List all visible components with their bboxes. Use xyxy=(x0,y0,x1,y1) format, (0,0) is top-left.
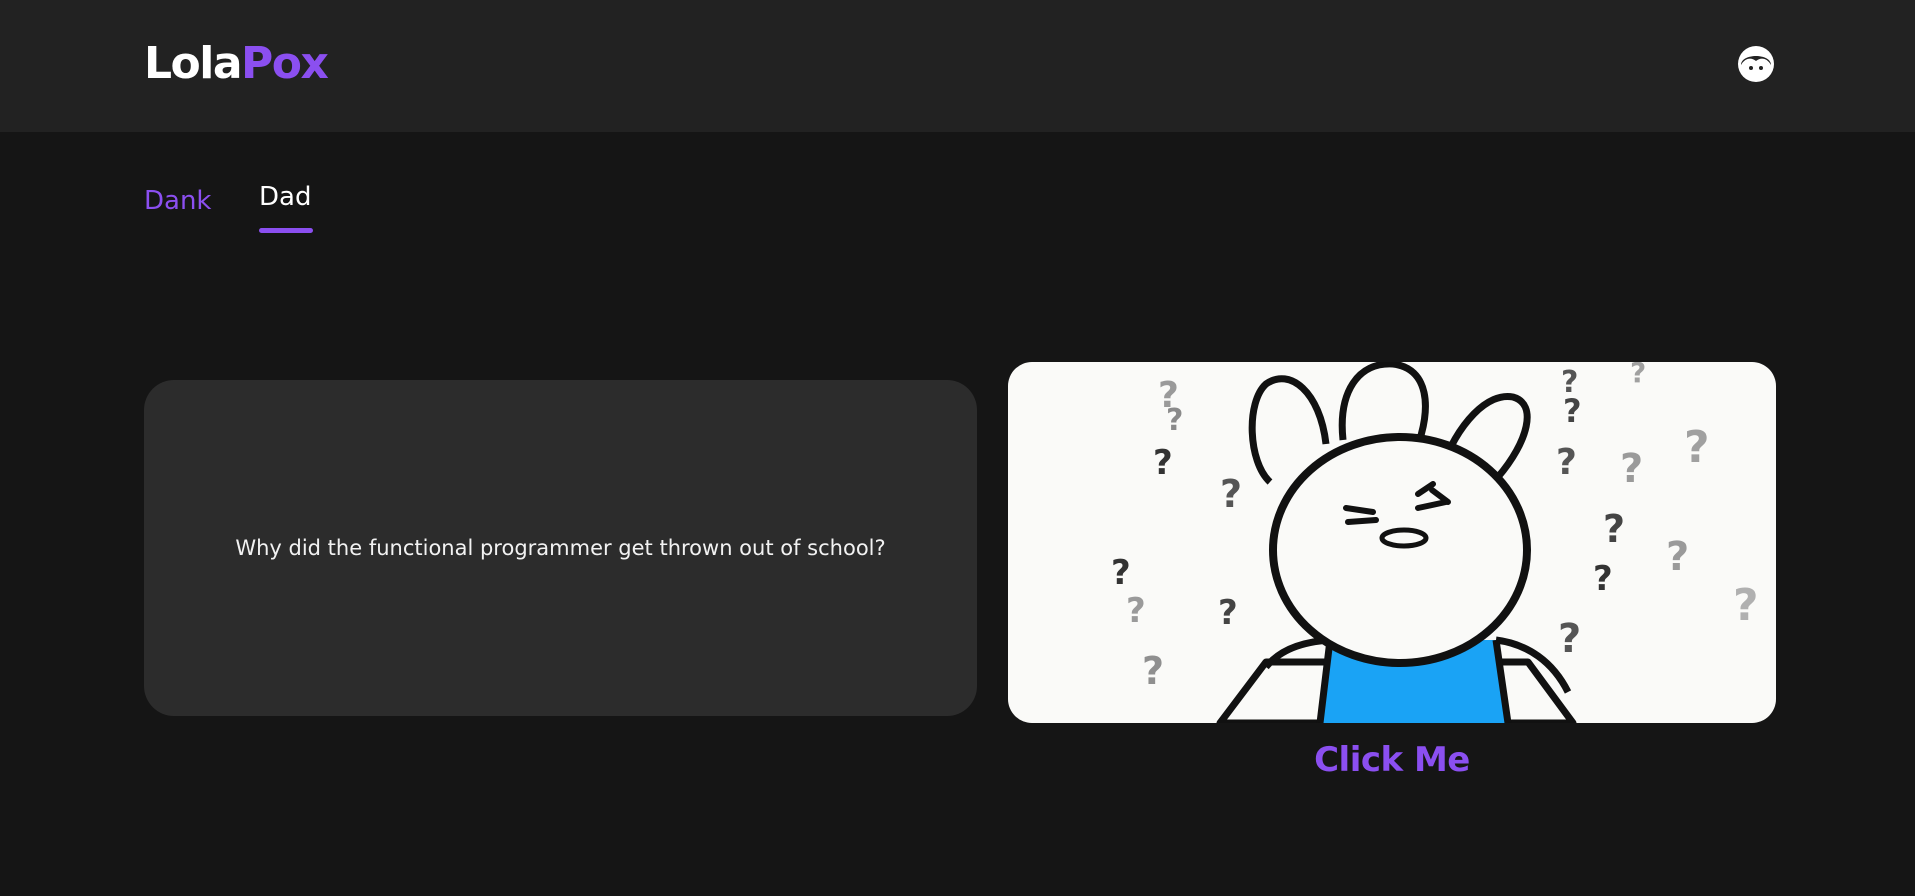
tab-dank[interactable]: Dank xyxy=(144,186,212,216)
active-tab-indicator xyxy=(259,228,313,233)
svg-text:?: ? xyxy=(1126,591,1146,631)
svg-text:?: ? xyxy=(1142,649,1164,693)
svg-text:?: ? xyxy=(1733,580,1759,631)
svg-text:?: ? xyxy=(1666,534,1689,580)
svg-text:?: ? xyxy=(1153,443,1173,483)
svg-text:?: ? xyxy=(1603,507,1625,551)
joke-card: Why did the functional programmer get th… xyxy=(144,380,977,716)
logo-text-accent: Pox xyxy=(241,38,329,89)
joke-question: Why did the functional programmer get th… xyxy=(235,536,886,560)
svg-text:?: ? xyxy=(1684,422,1710,473)
svg-text:?: ? xyxy=(1563,392,1582,430)
top-header: LolaPox xyxy=(0,0,1915,132)
svg-text:?: ? xyxy=(1558,616,1581,662)
bunny-figure xyxy=(1216,362,1577,723)
svg-text:?: ? xyxy=(1630,362,1646,389)
confused-bunny-illustration: ? ? ? ? ? ? ? ? ? ? ? ? ? ? ? ? ? ? ? xyxy=(1111,362,1759,723)
svg-text:?: ? xyxy=(1166,403,1183,438)
svg-text:?: ? xyxy=(1220,472,1242,516)
svg-text:?: ? xyxy=(1218,593,1238,633)
click-me-button[interactable]: Click Me xyxy=(1008,740,1776,780)
tab-dad[interactable]: Dad xyxy=(259,182,311,212)
svg-text:?: ? xyxy=(1556,442,1577,483)
logo-text-primary: Lola xyxy=(144,38,243,89)
reaction-image: ? ? ? ? ? ? ? ? ? ? ? ? ? ? ? ? ? ? ? xyxy=(1008,362,1776,723)
brand-logo[interactable]: LolaPox xyxy=(144,38,329,90)
face-avatar-icon[interactable] xyxy=(1737,45,1775,83)
svg-text:?: ? xyxy=(1593,559,1613,599)
svg-text:?: ? xyxy=(1620,446,1643,492)
svg-text:?: ? xyxy=(1111,553,1131,593)
